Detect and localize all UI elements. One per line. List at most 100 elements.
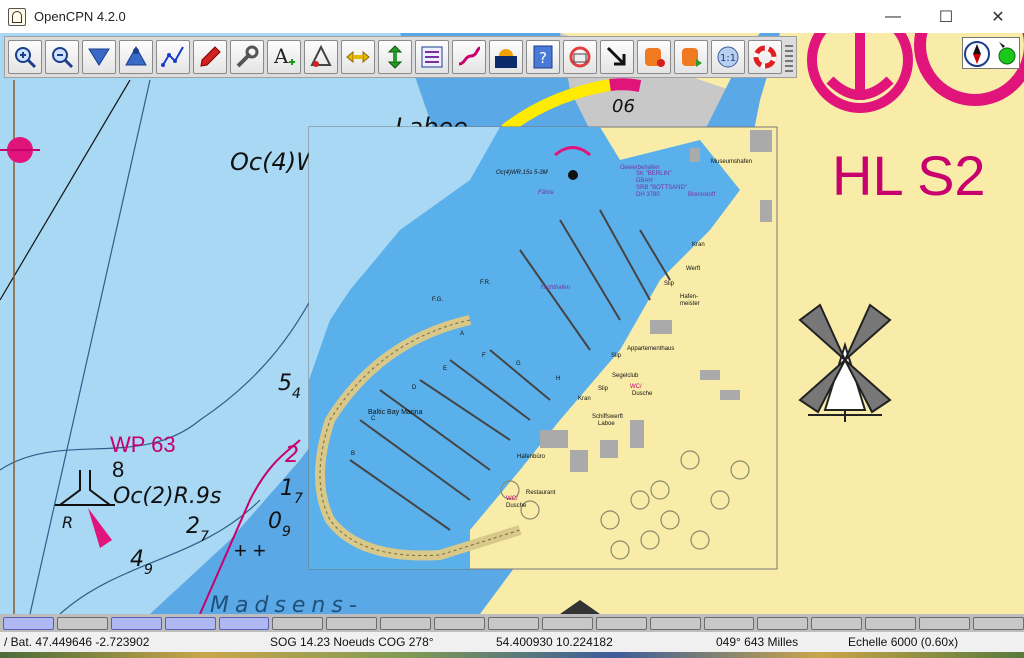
zoom-in-button[interactable] <box>8 40 42 74</box>
bearing-distance-readout: 049° 643 Milles <box>716 635 799 649</box>
harbour-master-label: Hafen- <box>680 294 698 300</box>
pier-label: H <box>556 376 560 382</box>
chart-bar-key[interactable] <box>380 616 432 630</box>
ais-button[interactable] <box>304 40 338 74</box>
colorscheme-button[interactable] <box>489 40 523 74</box>
light-sector <box>609 78 642 92</box>
route-manager-icon <box>421 46 443 68</box>
svg-text:?: ? <box>539 49 547 67</box>
chart-bar-key[interactable] <box>649 616 701 630</box>
chart-bar <box>0 614 1024 632</box>
chart-bar-key[interactable] <box>164 616 216 630</box>
harbour-plan-inset[interactable]: Baltic Bay Marina Museumshafen SK "BERLI… <box>308 126 778 570</box>
chart-bar-key[interactable] <box>595 616 647 630</box>
chart-bar-key[interactable] <box>326 616 378 630</box>
compass-widget[interactable] <box>962 37 1020 69</box>
course-up-icon <box>606 46 626 66</box>
play-plugin-icon <box>682 48 702 67</box>
chart-bar-key[interactable] <box>703 616 755 630</box>
depth-sounding: 4 <box>130 547 144 572</box>
scale-up-button[interactable] <box>119 40 153 74</box>
yacht-harbour-label: Yachthafen <box>540 285 571 291</box>
light-characteristic-label: Oc(2)R.9s <box>113 484 221 509</box>
depth-sounding: 5 <box>278 371 292 396</box>
chart-bar-key[interactable] <box>488 616 539 630</box>
route-manager-button[interactable] <box>415 40 449 74</box>
route-button[interactable] <box>156 40 190 74</box>
shipyard-label: Schiffswerft <box>592 414 623 420</box>
course-up-button[interactable] <box>600 40 634 74</box>
light-label: F.R. <box>480 280 491 286</box>
ship-position-readout: 54.400930 10.224182 <box>496 635 613 649</box>
help-button[interactable]: ? <box>526 40 560 74</box>
record-plugin-icon <box>645 48 665 67</box>
follow-ship-button[interactable] <box>193 40 227 74</box>
chart-bar-key[interactable] <box>3 616 54 630</box>
main-toolbar: A ? 1:1 <box>4 36 797 78</box>
chart-bar-key[interactable] <box>811 616 863 630</box>
pier-label: F <box>482 353 486 359</box>
crane-label: Kran <box>692 242 705 248</box>
tide-button[interactable] <box>341 40 375 74</box>
commercial-harbour-label: Gewerbehafen <box>620 165 660 171</box>
marina-label: Baltic Bay Marina <box>368 409 423 416</box>
depth-sounding: 2 <box>186 514 200 539</box>
shower-label: Dusche <box>632 391 653 397</box>
settings-wrench-icon <box>236 45 259 68</box>
zoom-out-button[interactable] <box>45 40 79 74</box>
scale-down-button[interactable] <box>82 40 116 74</box>
play-plugin-button[interactable] <box>674 40 708 74</box>
help-icon: ? <box>533 45 553 69</box>
track-button[interactable] <box>452 40 486 74</box>
chart-bar-key[interactable] <box>434 616 486 630</box>
route-icon <box>161 46 184 67</box>
ship-label: SRB "BOTTSAND" <box>636 185 687 191</box>
depth-sounding-sub: 7 <box>294 491 303 507</box>
chart-bar-key[interactable] <box>865 616 917 630</box>
scale-down-icon <box>88 48 110 66</box>
scale-1to1-button[interactable]: 1:1 <box>711 40 745 74</box>
depth-sounding-sub: 4 <box>292 386 301 402</box>
light-characteristic-label: Oc(4)W <box>230 148 321 176</box>
ship-label: DH 3780 <box>636 192 660 198</box>
minimize-button[interactable]: — <box>870 0 916 33</box>
chart-bar-key[interactable] <box>218 616 270 630</box>
chart-bar-key[interactable] <box>757 616 809 630</box>
chart-bar-key[interactable] <box>110 616 162 630</box>
scale-up-icon <box>125 45 147 66</box>
colorscheme-icon <box>495 49 517 68</box>
shipyard-label: Laboe <box>598 421 615 427</box>
chart-bar-key[interactable] <box>973 616 1024 630</box>
svg-text:A: A <box>273 44 289 68</box>
toolbar-grip[interactable] <box>785 42 793 72</box>
ais-target-icon <box>310 44 332 67</box>
pier-label: D <box>412 385 417 391</box>
shipyard-label: Werft <box>686 266 701 272</box>
nautical-chart[interactable]: Oc(4)W Laboe WP 63 8 Oc(2)R.9s R 5 4 2 1… <box>0 33 1024 614</box>
record-plugin-button[interactable] <box>637 40 671 74</box>
status-bar: / Bat. 47.449646 -2.723902 SOG 14.23 Noe… <box>0 632 1024 652</box>
scale-1to1-icon: 1:1 <box>717 46 739 68</box>
print-button[interactable] <box>563 40 597 74</box>
beacon-label: R <box>62 513 73 532</box>
maximize-button[interactable]: ☐ <box>923 0 969 33</box>
chart-bar-key[interactable] <box>919 616 971 630</box>
ship-label: SK "BERLIN" <box>636 171 672 177</box>
track-icon <box>458 46 481 66</box>
chart-bar-key[interactable] <box>272 616 324 630</box>
settings-button[interactable] <box>230 40 264 74</box>
close-button[interactable]: ✕ <box>975 0 1021 33</box>
chart-bar-key[interactable] <box>56 616 108 630</box>
text-button[interactable]: A <box>267 40 301 74</box>
current-button[interactable] <box>378 40 412 74</box>
ship-icon <box>200 46 221 67</box>
light-characteristic-label: Oc(4)WR.15s 5-3M <box>496 170 548 176</box>
chart-bar-key[interactable] <box>541 616 593 630</box>
chart-canvas[interactable]: Oc(4)W Laboe WP 63 8 Oc(2)R.9s R 5 4 2 1… <box>0 33 1024 614</box>
pier-label: E <box>443 366 447 372</box>
title-bar: OpenCPN 4.2.0 — ☐ ✕ <box>0 0 1024 33</box>
slip-label: Slip <box>611 353 622 359</box>
restaurant-label: Restaurant <box>526 490 556 496</box>
man-overboard-button[interactable] <box>748 40 782 74</box>
waypoint-label[interactable]: WP 63 <box>110 432 176 457</box>
